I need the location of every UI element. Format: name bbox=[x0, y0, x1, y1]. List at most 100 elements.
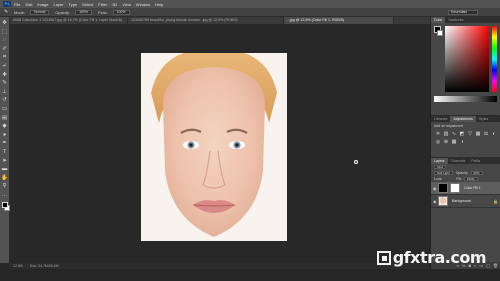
layer-thumbnail bbox=[438, 183, 448, 193]
mode-label: Mode: bbox=[14, 9, 26, 15]
tab-channels[interactable]: Channels bbox=[448, 158, 469, 164]
portrait-photo bbox=[141, 53, 287, 241]
curves-icon[interactable]: ∿ bbox=[451, 131, 457, 137]
blend-mode-select[interactable]: Soft Light bbox=[434, 170, 453, 176]
flow-input[interactable]: 100% bbox=[112, 9, 130, 15]
tab-paths[interactable]: Paths bbox=[468, 158, 483, 164]
tab-layers[interactable]: Layers bbox=[431, 158, 448, 164]
levels-icon[interactable]: ▥ bbox=[443, 131, 449, 137]
hue-saturation-icon[interactable]: ▦ bbox=[475, 131, 481, 137]
color-ramp[interactable] bbox=[434, 96, 497, 102]
history-brush-icon[interactable]: ↺ bbox=[1, 97, 8, 104]
photo-filter-icon[interactable]: ◎ bbox=[435, 139, 441, 145]
shape-tool-icon[interactable]: ▬ bbox=[1, 166, 8, 173]
menu-view[interactable]: View bbox=[122, 2, 131, 7]
color-balance-icon[interactable]: ⚖ bbox=[483, 131, 489, 137]
layer-opacity-label: Opacity: bbox=[455, 171, 469, 175]
layer-opacity-input[interactable]: 30% bbox=[470, 170, 483, 176]
foreground-color-swatch[interactable] bbox=[1, 202, 8, 209]
flow-label: Flow: bbox=[98, 9, 108, 15]
marquee-tool-icon[interactable]: ⬚ bbox=[1, 29, 8, 36]
menu-edit[interactable]: Edit bbox=[25, 2, 32, 7]
menu-bar: Ps File Edit Image Layer Type Select Fil… bbox=[0, 0, 500, 8]
lock-label: Lock: bbox=[434, 177, 443, 181]
options-bar: ✎ Mode: Normal Opacity: 100% Flow: 100% … bbox=[0, 8, 500, 17]
menu-type[interactable]: Type bbox=[69, 2, 78, 7]
tools-panel: ✥ ⬚ ◌ ✐ ⌗ ⌿ ✚ ✎ ⊥ ↺ ▭ ▤ ◆ ● ✒ T ➤ ▬ ✋ ⚲ … bbox=[0, 17, 10, 263]
layer-name[interactable]: Background bbox=[452, 199, 471, 203]
menu-filter[interactable]: Filter bbox=[98, 2, 107, 7]
vibrance-icon[interactable]: ▽ bbox=[467, 131, 473, 137]
watermark-logo: gfxtra.com bbox=[376, 248, 487, 267]
ps-logo: Ps bbox=[3, 1, 11, 7]
brightness-icon[interactable]: ☀ bbox=[435, 131, 441, 137]
layer-background[interactable]: ◉ Background 🔒 bbox=[431, 195, 500, 208]
layer-name[interactable]: Color Fill 1 bbox=[464, 186, 481, 190]
portrait-image bbox=[141, 53, 287, 241]
hand-tool-icon[interactable]: ✋ bbox=[1, 175, 8, 182]
document-tab-3[interactable]: ...jpg @ 12,5% (Color Fill 1, RGB/8) bbox=[284, 17, 394, 24]
zoom-level[interactable]: 12,5% bbox=[13, 264, 23, 268]
right-panels: Color Swatches Libraries Adjustments Sty… bbox=[430, 17, 500, 269]
adjustments-panel-tabs: Libraries Adjustments Styles bbox=[431, 116, 500, 122]
canvas-area[interactable] bbox=[10, 24, 430, 263]
watermark-text: gfxtra.com bbox=[392, 248, 487, 267]
healing-tool-icon[interactable]: ✚ bbox=[1, 72, 8, 79]
tab-adjustments[interactable]: Adjustments bbox=[450, 116, 476, 122]
black-white-icon[interactable]: ◐ bbox=[491, 131, 497, 137]
zoom-tool-icon[interactable]: ⚲ bbox=[1, 183, 8, 190]
color-picker-field[interactable] bbox=[445, 26, 489, 92]
eyedropper-tool-icon[interactable]: ⌿ bbox=[1, 63, 8, 70]
document-tab-label: ...jpg @ 12,5% (Color Fill 1, RGB/8) bbox=[287, 18, 344, 22]
workspace-select[interactable]: Essentials bbox=[448, 10, 478, 15]
menu-layer[interactable]: Layer bbox=[53, 2, 63, 7]
menu-select[interactable]: Select bbox=[82, 2, 93, 7]
gradient-tool-icon[interactable]: ▤ bbox=[1, 115, 8, 122]
type-tool-icon[interactable]: T bbox=[1, 149, 8, 156]
lock-icon: 🔒 bbox=[493, 198, 498, 204]
lasso-tool-icon[interactable]: ◌ bbox=[1, 37, 8, 44]
more-tools-icon[interactable]: … bbox=[1, 192, 8, 199]
exposure-icon[interactable]: ◩ bbox=[459, 131, 465, 137]
document-tabs: 6658 Calculator 1 1234567.jpg @ 16,7% (C… bbox=[10, 17, 430, 24]
brush-tool-preset[interactable]: ✎ bbox=[4, 9, 14, 15]
quick-select-tool-icon[interactable]: ✐ bbox=[1, 46, 8, 53]
adjustment-icons: ☀ ▥ ∿ ◩ ▽ ▦ ⚖ ◐ ◎ ⊕ ▦ ◑ bbox=[431, 130, 500, 146]
menu-image[interactable]: Image bbox=[37, 2, 48, 7]
invert-icon[interactable]: ◑ bbox=[459, 139, 465, 145]
doc-size: Doc: 24,7M/49,4M bbox=[29, 264, 59, 268]
path-select-tool-icon[interactable]: ➤ bbox=[1, 158, 8, 165]
layer-mask-thumbnail[interactable] bbox=[450, 183, 460, 193]
menu-window[interactable]: Window bbox=[136, 2, 150, 7]
layer-color-fill[interactable]: ◉ Color Fill 1 bbox=[431, 182, 500, 195]
color-background-swatch[interactable] bbox=[437, 30, 443, 36]
eraser-tool-icon[interactable]: ▭ bbox=[1, 106, 8, 113]
document-tab-2[interactable]: 123456789 beautiful_young blonde woman..… bbox=[128, 17, 284, 24]
tab-styles[interactable]: Styles bbox=[476, 116, 492, 122]
tab-libraries[interactable]: Libraries bbox=[431, 116, 450, 122]
channel-mixer-icon[interactable]: ⊕ bbox=[443, 139, 449, 145]
brush-tool-icon[interactable]: ✎ bbox=[1, 80, 8, 87]
stamp-tool-icon[interactable]: ⊥ bbox=[1, 89, 8, 96]
menu-3d[interactable]: 3D bbox=[112, 2, 117, 7]
menu-file[interactable]: File bbox=[14, 2, 20, 7]
mode-select[interactable]: Normal bbox=[30, 9, 50, 15]
document-tab-1[interactable]: 6658 Calculator 1 1234567.jpg @ 16,7% (C… bbox=[10, 17, 128, 24]
blur-tool-icon[interactable]: ◆ bbox=[1, 123, 8, 130]
fill-label: Fill: bbox=[456, 177, 462, 181]
photoshop-window: Ps File Edit Image Layer Type Select Fil… bbox=[0, 0, 500, 281]
opacity-input[interactable]: 100% bbox=[75, 9, 93, 15]
menu-help[interactable]: Help bbox=[155, 2, 163, 7]
layer-kind-filter[interactable]: Kind bbox=[434, 164, 447, 170]
fill-input[interactable]: 100% bbox=[463, 176, 478, 182]
trash-icon[interactable]: 🗑 bbox=[493, 263, 498, 268]
dodge-tool-icon[interactable]: ● bbox=[1, 132, 8, 139]
pen-tool-icon[interactable]: ✒ bbox=[1, 140, 8, 147]
color-lookup-icon[interactable]: ▦ bbox=[451, 139, 457, 145]
crop-tool-icon[interactable]: ⌗ bbox=[1, 54, 8, 61]
hue-slider[interactable] bbox=[492, 26, 497, 92]
taskbar-strip bbox=[0, 269, 500, 281]
new-layer-icon[interactable]: ▢ bbox=[486, 263, 490, 268]
move-tool-icon[interactable]: ✥ bbox=[1, 20, 8, 27]
adjustments-heading: Add an adjustment bbox=[434, 124, 464, 128]
